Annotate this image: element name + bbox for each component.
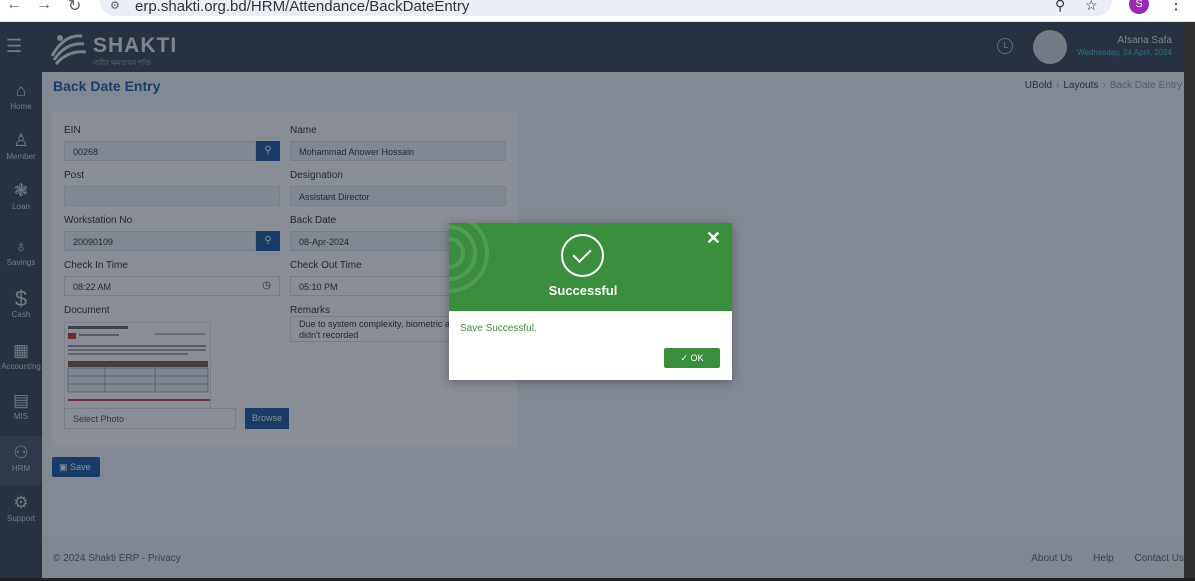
site-info-icon[interactable]: ⚙ [110, 0, 120, 12]
check-icon: ✓ [680, 353, 691, 363]
dialog-title: Successful [548, 283, 618, 298]
reload-icon[interactable]: ↻ [68, 0, 81, 16]
ok-button[interactable]: ✓ OK [664, 348, 720, 368]
back-arrow-icon[interactable]: ← [6, 0, 22, 14]
success-dialog: ✕ Successful Save Successful. ✓ OK [449, 223, 732, 380]
dialog-header: ✕ Successful [449, 223, 732, 311]
dialog-message: Save Successful. [460, 323, 537, 334]
checkmark-icon [561, 234, 604, 277]
browser-menu-icon[interactable]: ⋮ [1168, 0, 1184, 14]
browser-profile-avatar[interactable]: S [1129, 0, 1149, 14]
app-screen: ← → ↻ ⚙ erp.shakti.org.bd/HRM/Attendance… [0, 0, 1195, 581]
window-edge [1184, 22, 1195, 581]
ok-button-label: OK [690, 353, 704, 363]
close-icon[interactable]: ✕ [706, 228, 721, 249]
address-bar[interactable]: ⚙ erp.shakti.org.bd/HRM/Attendance/BackD… [100, 0, 1112, 16]
search-icon[interactable]: ⚲ [1055, 0, 1065, 14]
bookmark-star-icon[interactable]: ☆ [1085, 0, 1098, 14]
browser-toolbar: ← → ↻ ⚙ erp.shakti.org.bd/HRM/Attendance… [0, 0, 1195, 22]
forward-arrow-icon[interactable]: → [36, 0, 52, 14]
address-bar-url: erp.shakti.org.bd/HRM/Attendance/BackDat… [135, 0, 470, 15]
